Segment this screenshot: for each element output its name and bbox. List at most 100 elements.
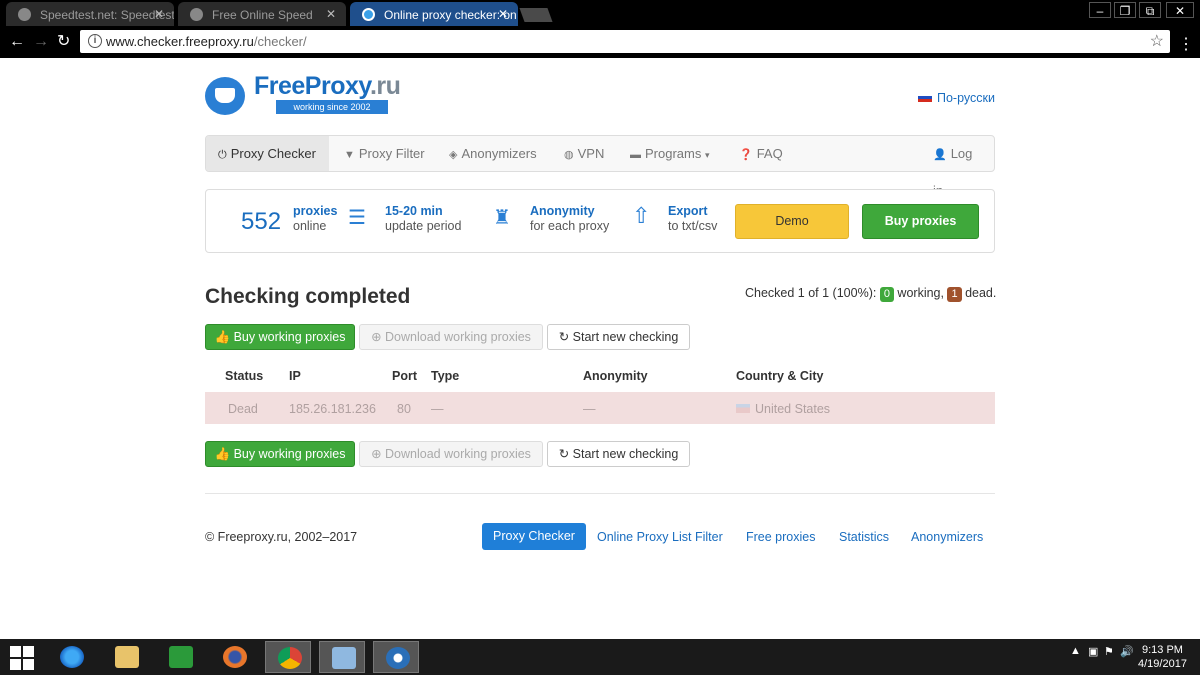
column-header-type[interactable]: Type [431, 369, 459, 383]
proxies-online-stat: proxies online [293, 204, 337, 234]
tray-flag-icon[interactable]: ⚑ [1104, 645, 1114, 658]
start-button[interactable] [0, 641, 46, 673]
column-header-country[interactable]: Country & City [736, 369, 824, 383]
column-header-port[interactable]: Port [392, 369, 417, 383]
app-icon [386, 647, 410, 669]
browser-tab[interactable]: Free Online Speed ✕ [178, 2, 346, 26]
browser-tab-active[interactable]: Online proxy checker: on ✕ [350, 2, 518, 26]
refresh-icon: ↻ [558, 447, 570, 461]
working-count-badge: 0 [879, 287, 894, 302]
column-header-anonymity[interactable]: Anonymity [583, 369, 648, 383]
country-label: United States [755, 402, 831, 416]
nav-item-proxy-filter[interactable]: ▼ Proxy Filter [332, 136, 437, 171]
nav-label: Proxy Checker [230, 146, 316, 161]
taskbar-store[interactable] [157, 641, 203, 673]
address-bar[interactable]: i www.checker.freeproxy.ru/checker/ ☆ [80, 30, 1170, 53]
nav-item-anonymizers[interactable]: ◈ Anonymizers [437, 136, 549, 171]
tab-label: Online proxy checker: on [384, 8, 517, 22]
info-icon[interactable]: i [88, 34, 102, 48]
close-tab-icon[interactable]: ✕ [154, 7, 164, 21]
footer-link-anonymizers[interactable]: Anonymizers [911, 530, 983, 544]
button-label: Buy working proxies [233, 330, 346, 344]
tray-volume-icon[interactable]: 🔊 [1120, 645, 1134, 658]
footer-divider [205, 493, 995, 494]
close-window-icon[interactable]: ✕ [1166, 2, 1194, 18]
close-tab-icon[interactable]: ✕ [498, 7, 508, 21]
logo-icon[interactable] [205, 77, 245, 115]
cell-status: Dead [228, 402, 258, 416]
footer-link-proxy-checker[interactable]: Proxy Checker [482, 523, 586, 550]
caret-down-icon: ▾ [704, 150, 710, 160]
thumbs-up-icon: 👍 [214, 447, 231, 461]
login-link[interactable]: 👤Log in [921, 136, 994, 198]
us-flag-icon [736, 404, 750, 413]
download-working-proxies-button[interactable]: ⊕ Download working proxies [359, 324, 543, 350]
browser-menu-icon[interactable]: ⋮ [1178, 34, 1194, 54]
taskbar-file-explorer[interactable] [103, 641, 149, 673]
footer-link-proxy-list-filter[interactable]: Online Proxy List Filter [597, 530, 723, 544]
column-header-ip[interactable]: IP [289, 369, 301, 383]
firefox-icon [223, 646, 247, 668]
column-header-status[interactable]: Status [225, 369, 263, 383]
nav-label: VPN [577, 146, 605, 161]
nav-item-programs[interactable]: ▬ Programs ▾ [618, 136, 722, 171]
restore-icon[interactable]: ❐ [1114, 2, 1136, 18]
summary-text: Checked 1 of 1 (100%): [745, 286, 877, 300]
nav-item-vpn[interactable]: ◍ VPN [552, 136, 616, 171]
logo-text[interactable]: FreeProxy.ru [254, 72, 401, 101]
buy-proxies-button[interactable]: Buy proxies [862, 204, 979, 239]
tray-network-icon[interactable]: ▣ [1088, 645, 1098, 658]
stat-title: Anonymity [530, 204, 595, 218]
stat-title: 15-20 min [385, 204, 443, 218]
taskbar-clock[interactable]: 9:13 PM 4/19/2017 [1138, 643, 1187, 671]
download-working-proxies-button-bottom[interactable]: ⊕ Download working proxies [359, 441, 543, 467]
proxy-count: 552 [241, 208, 282, 235]
buy-working-proxies-button[interactable]: 👍 Buy working proxies [205, 324, 355, 350]
update-period-stat: 15-20 min update period [385, 204, 461, 234]
language-link[interactable]: По-русски [918, 91, 995, 105]
bookmark-star-icon[interactable]: ☆ [1150, 31, 1164, 51]
button-label: Start new checking [572, 330, 679, 344]
download-icon: ⊕ [371, 330, 382, 344]
restore-icon-2[interactable]: ⧉ [1139, 2, 1161, 18]
dead-count-badge: 1 [947, 287, 962, 302]
clock-time: 9:13 PM [1141, 644, 1183, 656]
taskbar-internet-explorer[interactable] [48, 641, 94, 673]
taskbar-notepad[interactable] [319, 641, 365, 673]
buy-working-proxies-button-bottom[interactable]: 👍 Buy working proxies [205, 441, 355, 467]
notepad-icon [332, 647, 356, 669]
checklist-icon: ☰ [348, 207, 366, 229]
nav-item-proxy-checker[interactable]: ⏻ Proxy Checker [206, 136, 329, 171]
tray-expand-icon[interactable]: ▲ [1070, 645, 1081, 657]
url-text[interactable]: www.checker.freeproxy.ru/checker/ [106, 34, 307, 49]
windows-taskbar: ▲ ▣ ⚑ 🔊 9:13 PM 4/19/2017 [0, 639, 1200, 675]
demo-button[interactable]: Demo [735, 204, 849, 239]
taskbar-chrome[interactable] [265, 641, 311, 673]
footer-link-statistics[interactable]: Statistics [839, 530, 889, 544]
back-arrow-icon[interactable]: ← [9, 32, 25, 52]
nav-label: Proxy Filter [358, 146, 425, 161]
taskbar-firefox[interactable] [211, 641, 257, 673]
nav-item-faq[interactable]: ❓ FAQ [727, 136, 795, 171]
export-stat[interactable]: Export to txt/csv [668, 204, 717, 234]
forward-arrow-icon[interactable]: → [33, 32, 49, 52]
stat-title: Export [668, 204, 708, 218]
minimize-icon[interactable]: – [1089, 2, 1111, 18]
reload-icon[interactable]: ↻ [57, 32, 70, 52]
stat-sub: update period [385, 219, 462, 233]
footer-link-free-proxies[interactable]: Free proxies [746, 530, 815, 544]
start-new-checking-button-bottom[interactable]: ↻ Start new checking [547, 441, 690, 467]
folder-icon [115, 646, 139, 668]
clock-date: 4/19/2017 [1138, 658, 1187, 670]
favicon-icon [190, 8, 203, 21]
close-tab-icon[interactable]: ✕ [326, 7, 336, 21]
eye-icon: ◈ [449, 149, 458, 161]
hdd-icon: ▬ [630, 149, 641, 161]
browser-tab[interactable]: Speedtest.net: Speedtest ✕ [6, 2, 174, 26]
power-icon: ⏻ [218, 149, 227, 161]
button-label: Start new checking [572, 447, 679, 461]
new-tab-button[interactable] [519, 8, 553, 22]
start-new-checking-button[interactable]: ↻ Start new checking [547, 324, 690, 350]
taskbar-app[interactable] [373, 641, 419, 673]
question-icon: ❓ [739, 149, 753, 161]
